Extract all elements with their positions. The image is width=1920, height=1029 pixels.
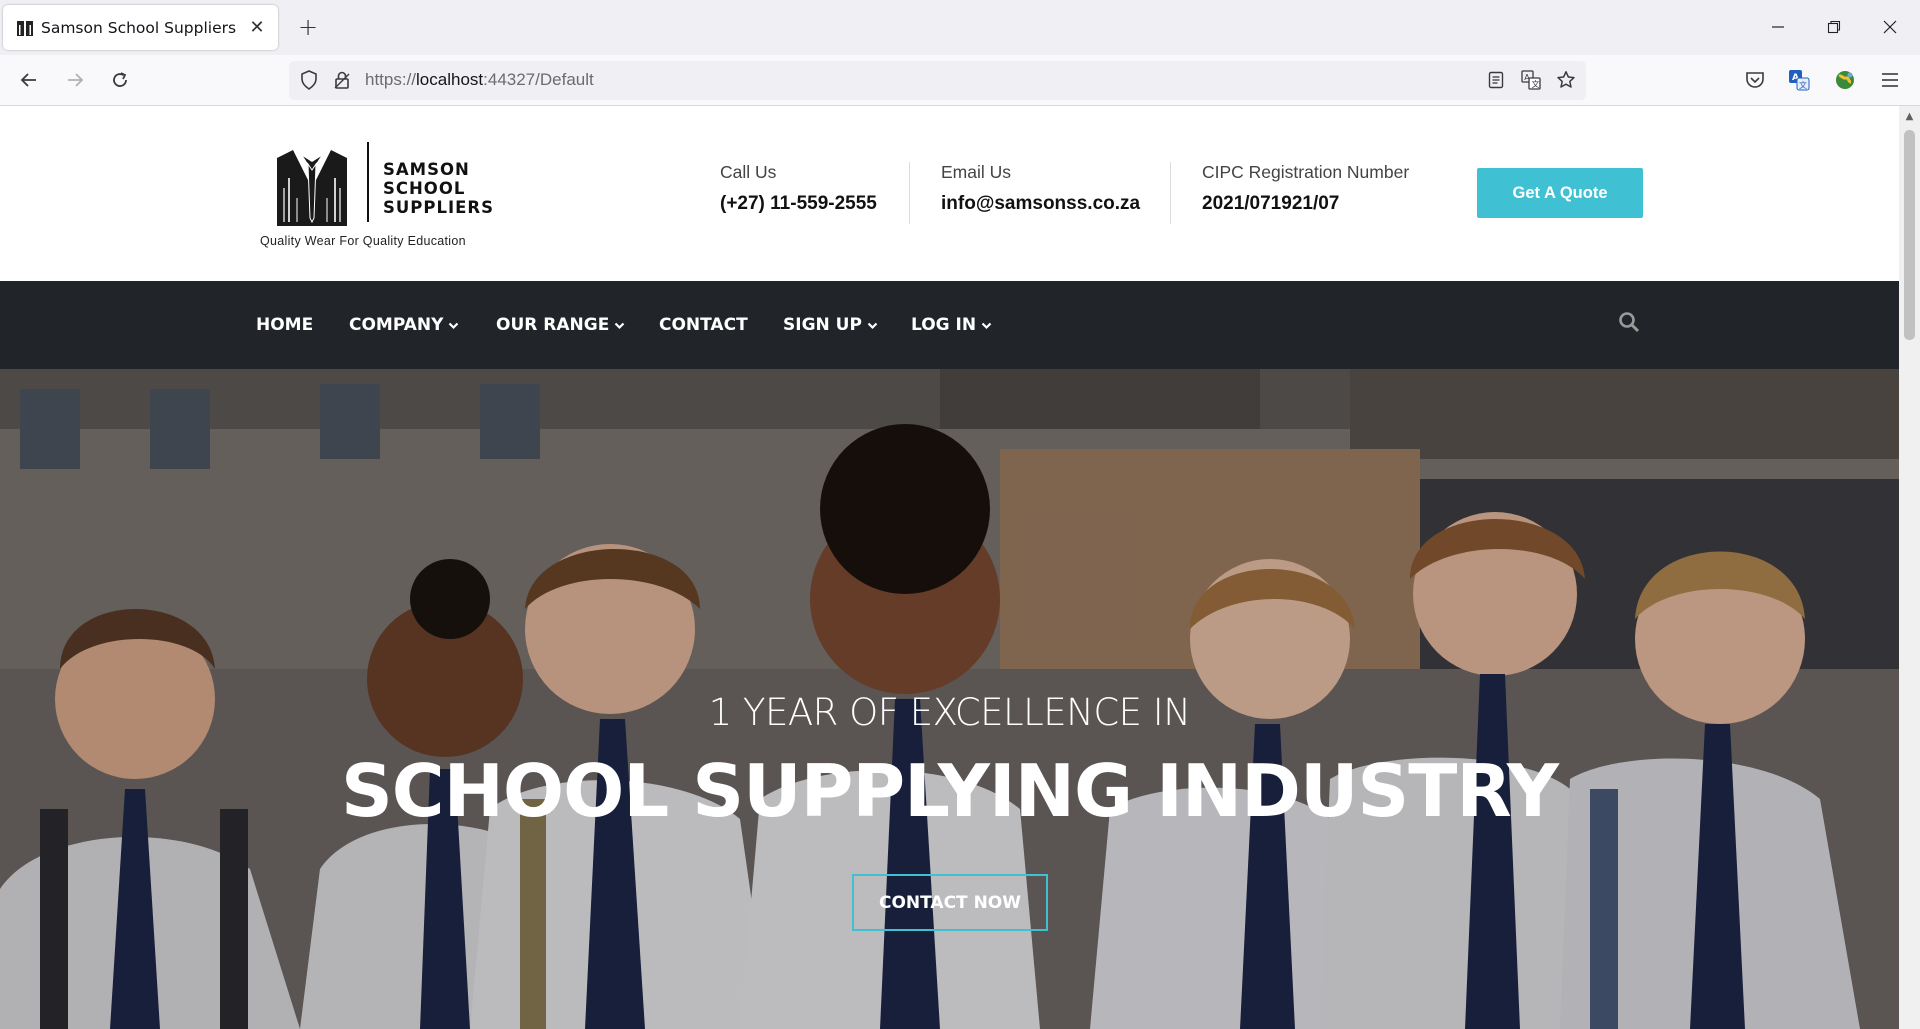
blazer-logo-icon [277,150,347,226]
hero-title: SCHOOL SUPPLYING INDUSTRY [340,749,1559,833]
contact-now-button[interactable]: CONTACT NOW [852,874,1048,931]
page-scrollbar[interactable]: ▲ [1899,106,1920,1029]
url-host: localhost [416,70,484,89]
menu-hamburger-icon[interactable] [1875,64,1905,96]
logo-name: SAMSON SCHOOL SUPPLIERS [383,160,494,217]
forward-arrow-icon[interactable] [57,62,93,98]
get-a-quote-button[interactable]: Get A Quote [1477,168,1643,218]
browser-tab-bar: Samson School Suppliers ✕ + [0,0,1920,55]
email-address[interactable]: info@samsonss.co.za [941,193,1140,215]
nav-item-log-in[interactable]: LOG IN [911,281,992,369]
translator-extension-icon[interactable]: A文 [1784,64,1814,96]
nav-item-home[interactable]: HOME [256,281,313,369]
scroll-up-arrow-icon[interactable]: ▲ [1899,106,1920,126]
reader-view-icon[interactable] [1484,68,1508,92]
nav-item-label: CONTACT [659,315,748,335]
nav-item-label: HOME [256,315,314,335]
email-us-label: Email Us [941,162,1012,182]
globe-extension-icon[interactable] [1830,64,1860,96]
bookmark-star-icon[interactable] [1554,68,1578,92]
call-us-label: Call Us [720,162,777,182]
chevron-down-icon [448,320,459,331]
header-divider [1170,162,1171,224]
logo-tagline: Quality Wear For Quality Education [260,234,466,248]
reload-icon[interactable] [102,62,138,98]
browser-tab[interactable]: Samson School Suppliers ✕ [3,5,278,50]
shield-icon[interactable] [297,68,321,92]
chevron-down-icon [614,320,625,331]
url-path: :44327/Default [483,70,594,89]
close-window-icon[interactable] [1862,8,1918,46]
svg-text:A: A [1524,73,1530,82]
main-navigation: HOME COMPANY OUR RANGE CONTACT SIGN UP L… [0,281,1899,369]
cipc-number: 2021/071921/07 [1202,193,1340,214]
address-bar[interactable]: https://localhost:44327/Default A文 [289,61,1586,100]
lock-icon[interactable] [330,68,354,92]
web-page: SAMSON SCHOOL SUPPLIERS Quality Wear For… [0,106,1899,1029]
site-logo[interactable]: SAMSON SCHOOL SUPPLIERS Quality Wear For… [258,142,508,252]
call-us-block: Call Us (+27) 11-559-2555 [720,162,877,215]
url-text[interactable]: https://localhost:44327/Default [365,70,594,90]
browser-toolbar: https://localhost:44327/Default A文 A文 [0,55,1920,106]
back-arrow-icon[interactable] [11,62,47,98]
restore-icon[interactable] [1806,8,1862,46]
phone-number[interactable]: (+27) 11-559-2555 [720,193,877,215]
nav-item-label: SIGN UP [783,315,862,335]
nav-item-our-range[interactable]: OUR RANGE [496,281,625,369]
nav-item-sign-up[interactable]: SIGN UP [783,281,878,369]
new-tab-icon[interactable]: + [294,13,322,41]
hero-banner: 1 YEAR OF EXCELLENCE IN SCHOOL SUPPLYING… [0,369,1899,1029]
email-us-block: Email Us info@samsonss.co.za [941,162,1140,215]
site-header: SAMSON SCHOOL SUPPLIERS Quality Wear For… [0,106,1899,281]
logo-name-line2: SCHOOL [383,179,466,198]
svg-text:文: 文 [1532,79,1540,89]
nav-item-contact[interactable]: CONTACT [659,281,748,369]
chevron-down-icon [867,320,878,331]
cipc-label: CIPC Registration Number [1202,162,1410,182]
chevron-down-icon [981,320,992,331]
hero-subtitle: 1 YEAR OF EXCELLENCE IN [708,691,1191,734]
url-scheme: https:// [365,70,417,89]
nav-item-label: COMPANY [349,315,444,335]
translate-icon[interactable]: A文 [1519,68,1543,92]
pocket-icon[interactable] [1740,64,1770,96]
logo-name-line3: SUPPLIERS [383,198,494,217]
header-divider [909,162,910,224]
svg-text:文: 文 [1799,80,1807,90]
scrollbar-thumb[interactable] [1904,130,1915,340]
logo-divider [367,142,369,222]
nav-item-company[interactable]: COMPANY [349,281,459,369]
minimize-icon[interactable] [1750,8,1806,46]
nav-item-label: LOG IN [911,315,977,335]
site-favicon-icon [15,18,35,38]
cipc-block: CIPC Registration Number 2021/071921/07 [1202,162,1409,215]
search-icon[interactable] [1618,311,1642,335]
nav-item-label: OUR RANGE [496,315,610,335]
logo-name-line1: SAMSON [383,160,470,179]
tab-close-icon[interactable]: ✕ [244,15,270,41]
tab-title: Samson School Suppliers [41,18,237,37]
